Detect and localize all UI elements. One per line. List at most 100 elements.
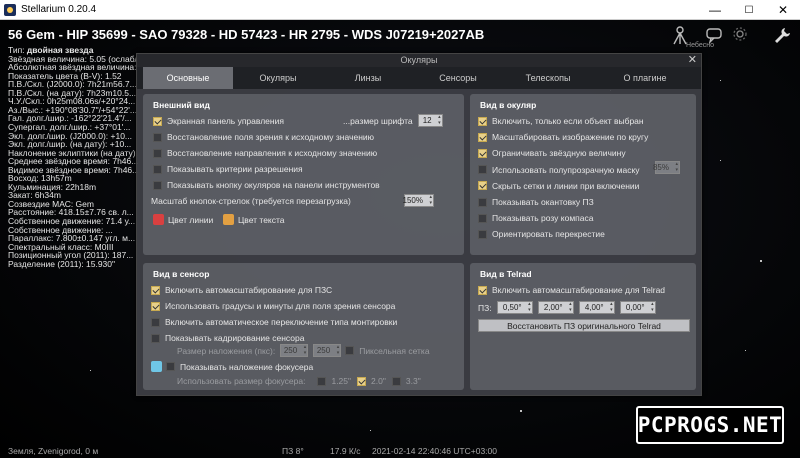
group-main-view: Внешний вид Экранная панель управления .… (143, 94, 464, 255)
chat-icon[interactable] (704, 26, 724, 46)
checkbox[interactable] (478, 165, 487, 175)
checkbox[interactable] (478, 132, 487, 142)
status-datetime[interactable]: 2021-02-14 22:40:46 UTC+03:00 (372, 446, 497, 456)
telrad-fov-control: ПЗ: 0,50° 2,00° 4,00° 0,00° (478, 301, 656, 314)
sensor-option[interactable]: Включить автоматическое переключение тип… (151, 317, 397, 327)
option-resolution-criteria[interactable]: Показывать критерии разрешения (153, 164, 303, 174)
text-color-swatch[interactable] (223, 214, 234, 225)
tab-about[interactable]: О плагине (593, 67, 697, 89)
checkbox[interactable] (478, 116, 487, 126)
tab-lenses[interactable]: Линзы (323, 67, 413, 89)
checkbox[interactable] (153, 132, 162, 142)
focuser-size-control: Использовать размер фокусера: 1.25" 2.0" 3… (177, 376, 421, 386)
gear-icon[interactable] (730, 26, 750, 46)
checkbox[interactable] (151, 333, 160, 343)
focuser-color-swatch[interactable] (151, 361, 162, 372)
dialog-title: Окуляры (400, 55, 438, 65)
mask-opacity-spinbox[interactable]: 85% (653, 161, 680, 174)
group-main-view-title: Внешний вид (153, 100, 210, 110)
option-toolbar-button[interactable]: Показывать кнопку окуляров на панели инс… (153, 180, 380, 190)
window-titlebar: Stellarium 0.20.4 — ☐ ✕ (0, 0, 800, 20)
minimize-button[interactable]: — (698, 0, 732, 20)
focuser-size-checkbox[interactable] (317, 376, 327, 386)
overlay-height-spinbox[interactable]: 250 (313, 344, 342, 357)
dialog-close-icon[interactable]: ✕ (688, 53, 697, 66)
option-telrad-autoscale[interactable]: Включить автомасштабирование для Telrad (478, 285, 665, 295)
arrow-scale-spin-wrap: 150% (399, 194, 434, 207)
dialog-tabs: Основные Окуляры Линзы Сенсоры Телескопы… (137, 67, 701, 89)
eyepiece-option[interactable]: Ориентировать перекрестие (478, 229, 605, 239)
checkbox[interactable] (478, 181, 487, 191)
sensor-option[interactable]: Показывать кадрирование сенсора (151, 333, 304, 343)
status-fov: ПЗ 8° (282, 446, 304, 456)
eyepiece-option[interactable]: Показывать окантовку ПЗ (478, 197, 594, 207)
arrow-scale-control: Масштаб кнопок-стрелок (требуется переза… (151, 196, 351, 206)
checkbox[interactable] (478, 148, 487, 158)
line-color-swatch[interactable] (153, 214, 164, 225)
focuser-size-checkbox[interactable] (391, 376, 401, 386)
checkbox[interactable] (151, 301, 160, 311)
telrad-fov-2[interactable]: 2,00° (537, 301, 574, 314)
watermark-logo: PCPROGS.NET (636, 406, 784, 444)
option-restore-direction[interactable]: Восстановление направления к исходному з… (153, 148, 377, 158)
checkbox[interactable] (478, 197, 487, 207)
eyepiece-option[interactable]: Показывать розу компаса (478, 213, 594, 223)
overlay-size-label: Размер наложения (пкс): (177, 345, 276, 356)
restore-telrad-button[interactable]: Восстановить ПЗ оригинального Telrad (478, 319, 690, 332)
checkbox[interactable] (478, 229, 487, 239)
focuser-size-label: Использовать размер фокусера: (177, 376, 306, 386)
window-title: Stellarium 0.20.4 (21, 4, 97, 15)
focuser-size-checkbox[interactable] (357, 376, 367, 386)
status-fps: 17.9 К/с (330, 446, 361, 456)
option-onscreen-panel[interactable]: Экранная панель управления (153, 116, 284, 126)
font-size-control: ...размер шрифта 12 (343, 114, 443, 127)
group-sensor-view-title: Вид в сенсор (153, 269, 210, 279)
checkbox[interactable] (153, 116, 162, 126)
checkbox[interactable] (153, 148, 162, 158)
tab-telescopes[interactable]: Телескопы (503, 67, 593, 89)
text-color-picker[interactable]: Цвет текста (223, 214, 285, 225)
close-button[interactable]: ✕ (766, 0, 800, 20)
telrad-fov-4[interactable]: 0,00° (619, 301, 656, 314)
status-bar: Земля, Zvenigorod, 0 м ПЗ 8° 17.9 К/с 20… (0, 444, 800, 458)
option-restore-fov[interactable]: Восстановление поля зрения к исходному з… (153, 132, 374, 142)
telrad-fov-label: ПЗ: (478, 302, 492, 313)
object-info-line: Разделение (2011): 15.930" (8, 258, 116, 269)
arrow-scale-label: Масштаб кнопок-стрелок (требуется переза… (151, 196, 351, 206)
font-size-spinbox[interactable]: 12 (417, 114, 443, 127)
checkbox[interactable] (153, 180, 162, 190)
eyepiece-option[interactable]: Ограничивать звёздную величину (478, 148, 626, 158)
tab-eyepieces[interactable]: Окуляры (233, 67, 323, 89)
arrow-scale-spinbox[interactable]: 150% (403, 194, 434, 207)
pixel-grid-label: Пиксельная сетка (359, 345, 430, 356)
checkbox[interactable] (151, 317, 160, 327)
checkbox[interactable] (153, 164, 162, 174)
eyepiece-option[interactable]: Использовать полупрозрачную маску (478, 165, 640, 175)
eyepiece-option[interactable]: Масштабировать изображение по кругу (478, 132, 648, 142)
telrad-fov-3[interactable]: 4,00° (578, 301, 615, 314)
group-telrad-view-title: Вид в Telrad (480, 269, 532, 279)
object-title: 56 Gem - HIP 35699 - SAO 79328 - HD 5742… (8, 27, 485, 42)
sensor-option[interactable]: Использовать градусы и минуты для поля з… (151, 301, 395, 311)
overlay-width-spinbox[interactable]: 250 (280, 344, 309, 357)
checkbox[interactable] (166, 362, 175, 371)
telrad-fov-1[interactable]: 0,50° (496, 301, 533, 314)
tab-sensors[interactable]: Сенсоры (413, 67, 503, 89)
group-eyepiece-view-title: Вид в окуляр (480, 100, 537, 110)
focuser-size-option-label: 3.3" (405, 376, 421, 386)
option-focuser-overlay[interactable]: Показывать наложение фокусера (151, 361, 313, 372)
mask-spin-wrap: 85% (650, 161, 680, 174)
wrench-icon[interactable] (772, 26, 792, 46)
status-location[interactable]: Земля, Zvenigorod, 0 м (8, 446, 98, 456)
pixel-grid-checkbox[interactable] (345, 346, 355, 355)
tab-general[interactable]: Основные (143, 67, 233, 89)
eyepiece-option[interactable]: Включить, только если объект выбран (478, 116, 644, 126)
dialog-titlebar[interactable]: Окуляры ✕ (137, 54, 701, 67)
checkbox[interactable] (478, 213, 487, 223)
eyepiece-option[interactable]: Скрыть сетки и линии при включении (478, 181, 639, 191)
checkbox[interactable] (151, 285, 160, 295)
line-color-picker[interactable]: Цвет линии (153, 214, 213, 225)
checkbox[interactable] (478, 285, 487, 295)
sensor-option[interactable]: Включить автомасштабирование для ПЗС (151, 285, 332, 295)
maximize-button[interactable]: ☐ (732, 0, 766, 20)
